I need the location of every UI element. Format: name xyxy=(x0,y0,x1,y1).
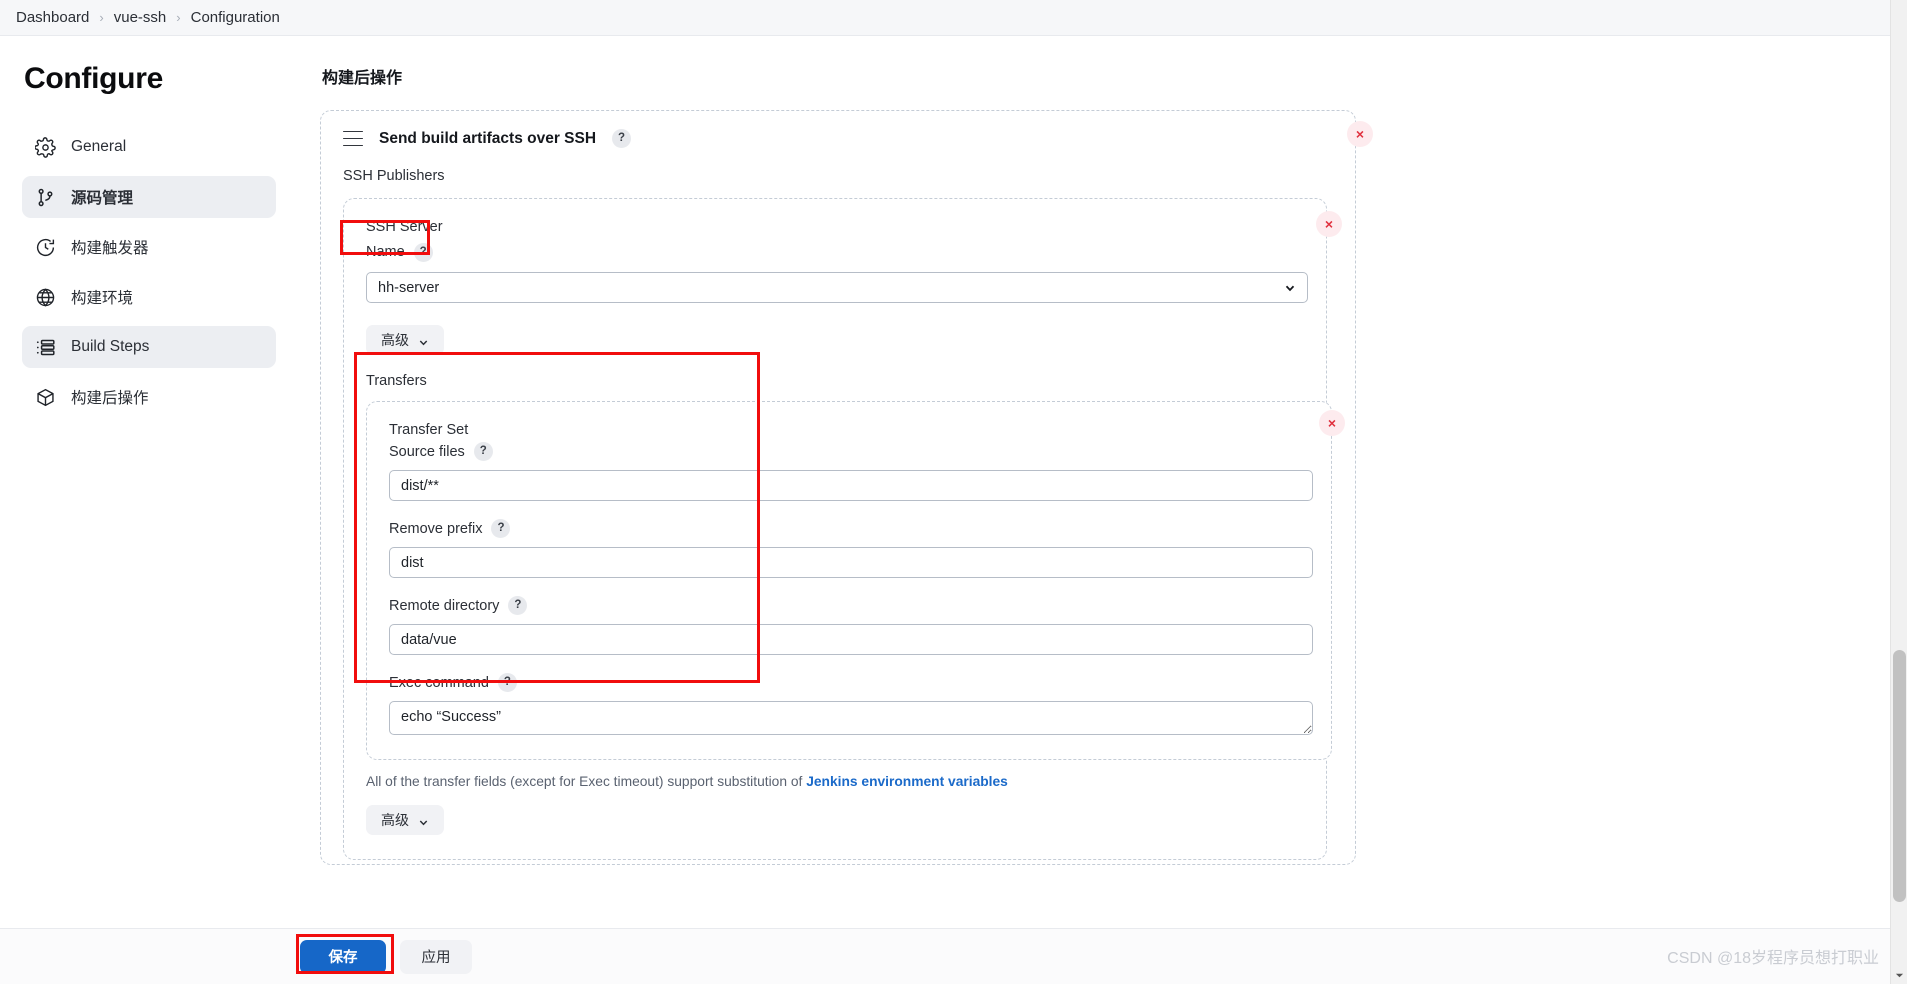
sidebar-item-build-triggers[interactable]: 构建触发器 xyxy=(22,226,276,268)
help-icon[interactable]: ? xyxy=(612,129,632,148)
section-title: 构建后操作 xyxy=(322,70,403,87)
source-files-input[interactable] xyxy=(389,470,1313,502)
source-files-label: Source files xyxy=(389,443,465,460)
breadcrumb-separator: › xyxy=(99,10,104,25)
remove-prefix-input[interactable] xyxy=(389,547,1313,579)
ssh-server-name-label: Name xyxy=(366,244,405,261)
help-icon[interactable]: ? xyxy=(413,243,433,263)
breadcrumb-separator: › xyxy=(176,10,181,25)
remote-directory-field: Remote directory ? xyxy=(389,596,1313,656)
sidebar-item-build-steps[interactable]: Build Steps xyxy=(22,326,276,368)
ssh-server-panel: × SSH Server Name ? hh-server 高级 Transfe… xyxy=(343,198,1345,861)
sidebar-item-label: 构建环境 xyxy=(71,290,134,307)
ssh-server-text: SSH Server xyxy=(366,219,443,235)
breadcrumb: Dashboard › vue-ssh › Configuration xyxy=(0,0,1907,36)
source-files-field: Source files ? xyxy=(389,442,1313,502)
transfers-label: Transfers xyxy=(366,373,427,390)
chevron-down-icon xyxy=(418,335,429,346)
ssh-publisher-panel: × Send build artifacts over SSH ? SSH Pu… xyxy=(320,110,1373,866)
ssh-server-advanced-button[interactable]: 高级 xyxy=(366,325,444,356)
sidebar-item-label: 构建后操作 xyxy=(71,390,149,407)
publisher-title: Send build artifacts over SSH xyxy=(379,129,597,147)
apply-button[interactable]: 应用 xyxy=(400,939,472,974)
watermark: CSDN @18岁程序员想打职业 xyxy=(1667,950,1879,967)
clock-icon xyxy=(34,236,56,258)
publisher-header: Send build artifacts over SSH ? xyxy=(343,129,1335,148)
exec-command-label: Exec command xyxy=(389,674,489,691)
remove-prefix-label: Remove prefix xyxy=(389,520,483,537)
remove-ssh-server-button[interactable]: × xyxy=(1316,211,1342,237)
transfers-panel: × Transfer Set Source files ? Remove p xyxy=(366,401,1345,761)
exec-command-textarea[interactable]: echo “Success” xyxy=(389,701,1313,736)
save-button[interactable]: 保存 xyxy=(300,939,386,974)
sidebar-item-label: Build Steps xyxy=(71,338,150,355)
sidebar-item-label: 构建触发器 xyxy=(71,240,149,257)
ssh-server-select-wrap: hh-server xyxy=(366,272,1308,304)
scrollbar-thumb[interactable] xyxy=(1893,650,1906,902)
sidebar: Configure General 源码管理 构建触发器 构建环境 Build … xyxy=(0,36,296,984)
main-content: 构建后操作 × Send build artifacts over SSH ? … xyxy=(296,36,1907,984)
breadcrumb-item-configuration[interactable]: Configuration xyxy=(191,9,280,26)
help-icon[interactable]: ? xyxy=(508,596,528,616)
remote-directory-input[interactable] xyxy=(389,624,1313,656)
transfer-set-advanced-button[interactable]: 高级 xyxy=(366,805,444,836)
sidebar-item-label: General xyxy=(71,138,127,155)
ssh-server-group-label: SSH Server Name ? xyxy=(366,217,1308,263)
package-icon xyxy=(34,386,56,408)
scroll-down-arrow-icon[interactable] xyxy=(1891,967,1907,984)
globe-icon xyxy=(34,286,56,308)
page-title: Configure xyxy=(24,62,163,95)
help-icon[interactable]: ? xyxy=(473,442,493,462)
advanced-label: 高级 xyxy=(381,812,409,829)
gear-icon xyxy=(34,136,56,158)
action-bar: 保存 应用 xyxy=(0,928,1907,984)
sidebar-item-post-build-actions[interactable]: 构建后操作 xyxy=(22,376,276,418)
jenkins-environment-variables-link[interactable]: Jenkins environment variables xyxy=(806,774,1008,789)
breadcrumb-item-job[interactable]: vue-ssh xyxy=(114,9,167,26)
transfer-hint: All of the transfer fields (except for E… xyxy=(366,774,1308,789)
remove-publisher-button[interactable]: × xyxy=(1347,121,1373,147)
breadcrumb-item-dashboard[interactable]: Dashboard xyxy=(16,9,89,26)
ssh-server-name-select[interactable]: hh-server xyxy=(366,272,1308,304)
drag-handle-icon[interactable] xyxy=(343,130,363,147)
git-branch-icon xyxy=(34,186,56,208)
help-icon[interactable]: ? xyxy=(491,519,511,539)
sidebar-item-source-code-management[interactable]: 源码管理 xyxy=(22,176,276,218)
advanced-label: 高级 xyxy=(381,332,409,349)
list-icon xyxy=(34,336,56,358)
remote-directory-label: Remote directory xyxy=(389,597,500,614)
transfer-hint-text: All of the transfer fields (except for E… xyxy=(366,774,807,790)
exec-command-field: Exec command ? echo “Success” xyxy=(389,673,1313,736)
chevron-down-icon xyxy=(418,815,429,826)
ssh-publishers-label: SSH Publishers xyxy=(343,168,445,184)
transfer-set-label: Transfer Set xyxy=(389,422,469,439)
sidebar-item-build-environment[interactable]: 构建环境 xyxy=(22,276,276,318)
help-icon[interactable]: ? xyxy=(497,673,517,693)
sidebar-item-general[interactable]: General xyxy=(22,126,276,168)
remove-transfer-set-button[interactable]: × xyxy=(1319,410,1345,437)
page-body: Configure General 源码管理 构建触发器 构建环境 Build … xyxy=(0,36,1907,984)
sidebar-item-label: 源码管理 xyxy=(71,190,134,207)
remove-prefix-field: Remove prefix ? xyxy=(389,519,1313,579)
vertical-scrollbar[interactable] xyxy=(1890,0,1907,984)
